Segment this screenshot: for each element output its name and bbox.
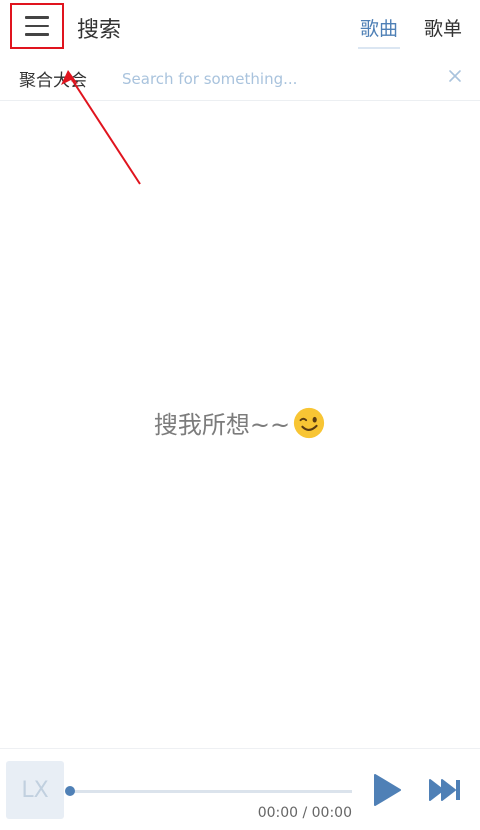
page-title: 搜索: [77, 18, 122, 43]
search-input[interactable]: [120, 65, 434, 93]
close-icon[interactable]: [446, 67, 464, 85]
top-bar: 搜索 歌曲 歌单: [0, 0, 480, 54]
search-bar: 聚合大会: [0, 56, 480, 101]
winking-face-icon: [293, 407, 325, 438]
progress-track[interactable]: [70, 790, 352, 793]
play-icon[interactable]: [372, 773, 402, 807]
progress-handle[interactable]: [65, 786, 75, 796]
player-bar: LX 00:00 / 00:00: [0, 748, 480, 830]
skip-next-icon[interactable]: [428, 777, 462, 803]
menu-line: [25, 16, 49, 19]
tab-playlists[interactable]: 歌单: [424, 14, 462, 41]
empty-state: 搜我所想~~: [0, 405, 480, 440]
source-selector[interactable]: 聚合大会: [19, 66, 87, 91]
time-display: 00:00 / 00:00: [257, 805, 352, 821]
empty-state-message: 搜我所想~~: [153, 411, 291, 439]
album-cover[interactable]: LX: [6, 761, 64, 819]
menu-icon[interactable]: [10, 3, 64, 49]
tab-songs[interactable]: 歌曲: [357, 14, 401, 49]
menu-line: [25, 24, 49, 28]
menu-line: [25, 33, 49, 36]
